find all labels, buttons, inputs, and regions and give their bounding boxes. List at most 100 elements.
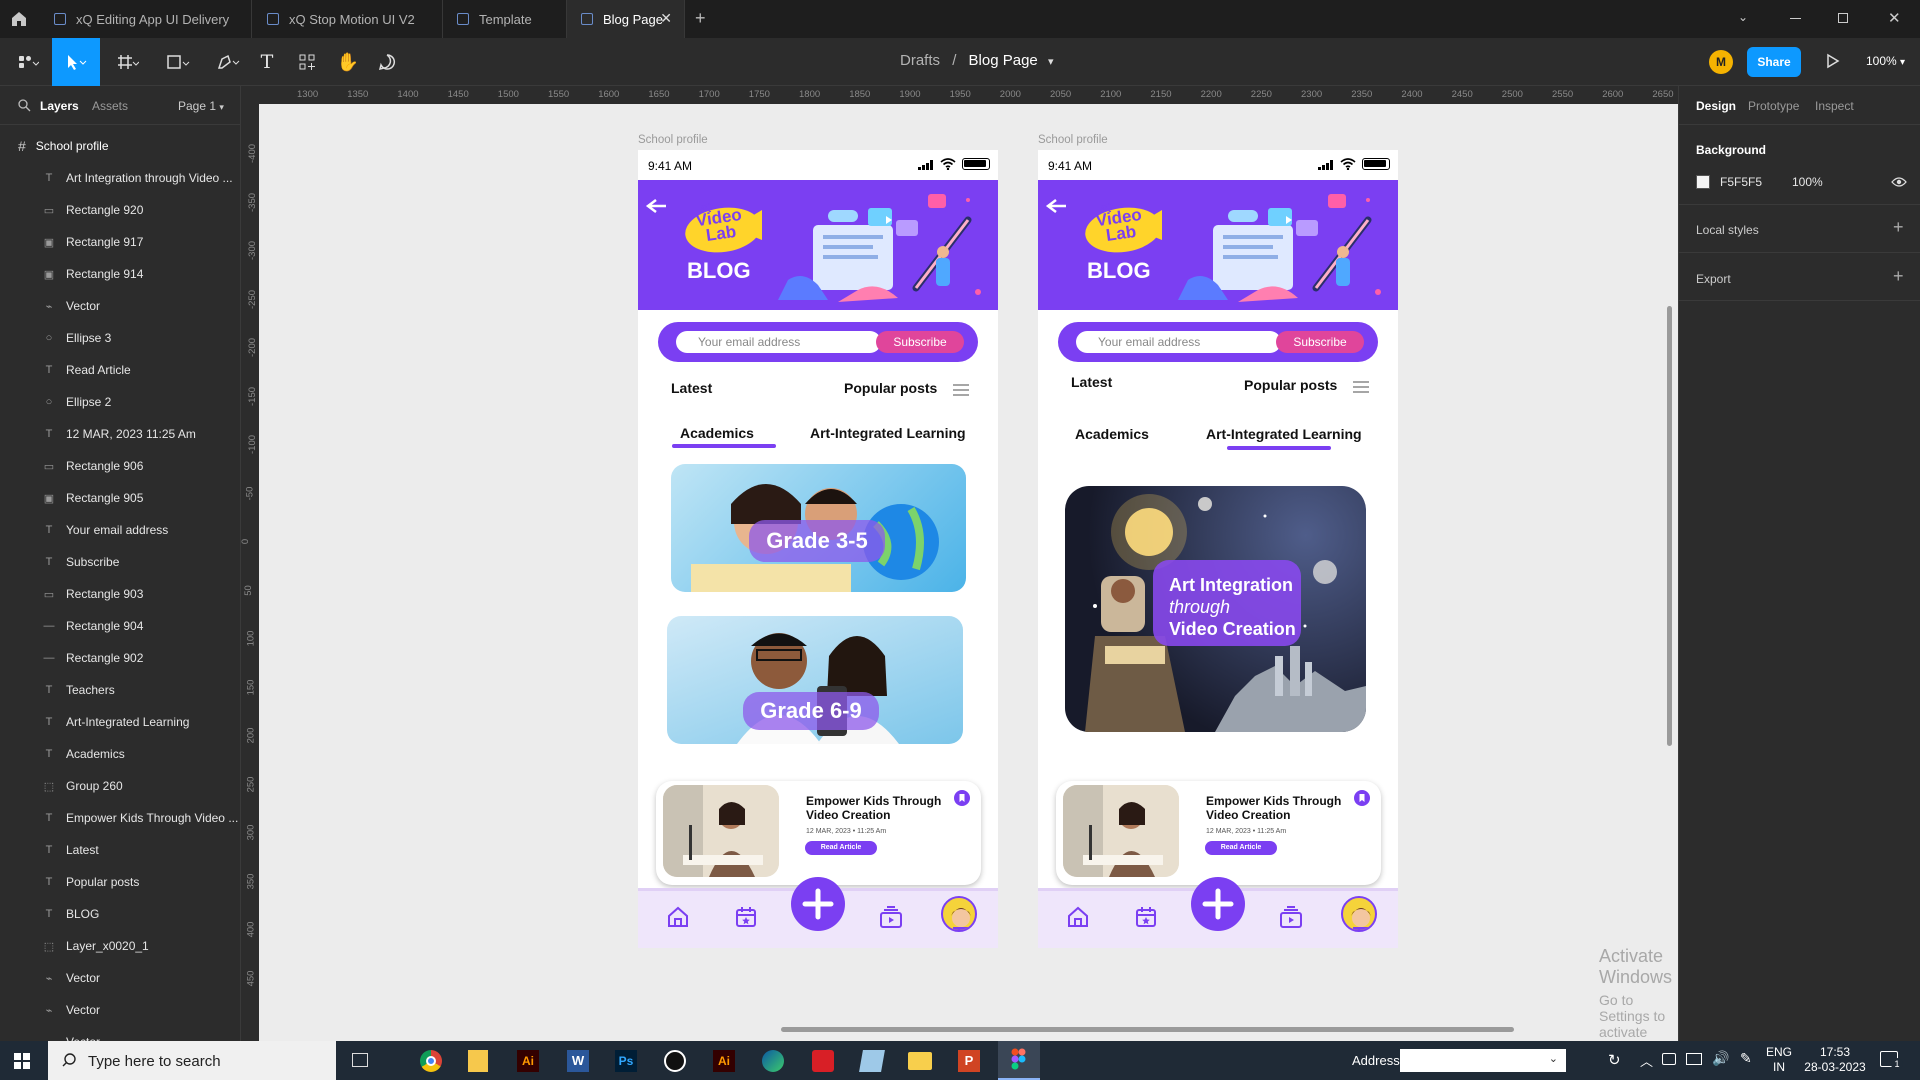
tab-art-integrated-learning[interactable]: Art-Integrated Learning xyxy=(810,425,966,441)
canvas[interactable]: School profile 9:41 AM xQ Video Lab BLOG… xyxy=(241,86,1678,1041)
folder-icon[interactable] xyxy=(908,1052,932,1070)
address-input[interactable]: ⌄ xyxy=(1400,1049,1566,1072)
pen-icon[interactable]: ✎ xyxy=(1740,1050,1752,1067)
layer-row[interactable]: — Rectangle 902 xyxy=(0,642,240,674)
add-button[interactable] xyxy=(791,877,845,931)
powerpoint-icon[interactable]: P xyxy=(958,1050,980,1072)
add-style-icon[interactable]: + xyxy=(1893,217,1904,238)
layer-row[interactable]: ▣ Rectangle 917 xyxy=(0,226,240,258)
search-icon[interactable] xyxy=(18,99,31,117)
layer-row[interactable]: T Art Integration through Video ... xyxy=(0,162,240,194)
windows-start-icon[interactable] xyxy=(14,1053,30,1074)
new-tab-icon[interactable]: + xyxy=(695,8,706,29)
subscribe-button[interactable]: Subscribe xyxy=(1276,331,1364,353)
page-selector[interactable]: Page 1 ▾ xyxy=(178,99,224,113)
tab-prototype[interactable]: Prototype xyxy=(1748,99,1799,113)
eye-icon[interactable] xyxy=(1891,176,1907,191)
tab-design[interactable]: Design xyxy=(1696,99,1736,113)
layer-row[interactable]: ○ Ellipse 3 xyxy=(0,322,240,354)
volume-icon[interactable]: 🔊 xyxy=(1712,1050,1729,1067)
language-indicator[interactable]: ENG IN xyxy=(1766,1045,1792,1075)
layer-row[interactable]: ⌁ Vector xyxy=(0,290,240,322)
close-window-icon[interactable]: ✕ xyxy=(1888,9,1901,27)
share-button[interactable]: Share xyxy=(1747,47,1801,77)
frame-layer[interactable]: # School profile xyxy=(0,130,240,162)
tab-layers[interactable]: Layers xyxy=(40,99,79,113)
move-tool-icon[interactable] xyxy=(52,38,100,86)
pen-tool-icon[interactable] xyxy=(208,38,248,86)
present-icon[interactable] xyxy=(1826,53,1840,74)
add-export-icon[interactable]: + xyxy=(1893,266,1904,287)
illustrator-icon[interactable]: Ai xyxy=(517,1050,539,1072)
notepad-icon[interactable] xyxy=(859,1050,885,1072)
clock[interactable]: 17:53 28-03-2023 xyxy=(1800,1045,1870,1075)
horizontal-scrollbar[interactable] xyxy=(781,1027,1514,1032)
figma-taskbar-icon[interactable] xyxy=(998,1041,1040,1080)
phone-frame-academics[interactable]: 9:41 AM xQ Video Lab BLOG Your email add… xyxy=(638,150,998,948)
layer-row[interactable]: T Teachers xyxy=(0,674,240,706)
comment-tool-icon[interactable] xyxy=(372,38,402,86)
tab-popular-posts[interactable]: Popular posts xyxy=(844,380,937,396)
chevron-down-icon[interactable]: ⌄ xyxy=(1738,10,1748,24)
color-swatch[interactable] xyxy=(1696,175,1710,189)
calendar-icon[interactable] xyxy=(734,905,758,935)
background-hex-input[interactable]: F5F5F5 xyxy=(1720,175,1762,189)
article-card[interactable]: Empower Kids Through Video Creation 12 MA… xyxy=(1056,781,1381,885)
layer-row[interactable]: ⬚ Layer_x0020_1 xyxy=(0,930,240,962)
frame-tool-icon[interactable] xyxy=(108,38,148,86)
tab-art-integrated-learning[interactable]: Art-Integrated Learning xyxy=(1206,426,1362,442)
chrome-icon[interactable] xyxy=(420,1050,442,1072)
text-tool-icon[interactable]: T xyxy=(252,38,282,86)
calendar-icon[interactable] xyxy=(1134,905,1158,935)
camera-icon[interactable] xyxy=(1662,1053,1676,1065)
notification-icon[interactable]: 1 xyxy=(1880,1051,1903,1070)
tab-academics[interactable]: Academics xyxy=(1075,426,1149,442)
menu-icon[interactable] xyxy=(1353,380,1369,398)
layer-row[interactable]: T 12 MAR, 2023 11:25 Am xyxy=(0,418,240,450)
tray-chevron-icon[interactable]: ︿ xyxy=(1640,1051,1653,1070)
restore-icon[interactable] xyxy=(1838,13,1848,23)
minimize-icon[interactable] xyxy=(1790,18,1801,19)
resources-icon[interactable] xyxy=(292,38,322,86)
bookmark-icon[interactable] xyxy=(1354,790,1370,806)
layer-row[interactable]: T Latest xyxy=(0,834,240,866)
home-icon[interactable] xyxy=(10,10,28,28)
chevron-down-icon[interactable]: ▾ xyxy=(1048,56,1054,68)
photoshop-icon[interactable]: Ps xyxy=(615,1050,637,1072)
add-button[interactable] xyxy=(1191,877,1245,931)
taskbar-search[interactable]: Type here to search xyxy=(48,1041,336,1080)
menu-icon[interactable] xyxy=(953,383,969,401)
tab-stop-motion[interactable]: xQ Stop Motion UI V2 xyxy=(253,0,443,38)
vertical-scrollbar[interactable] xyxy=(1667,306,1672,746)
hand-tool-icon[interactable]: ✋ xyxy=(333,38,363,86)
frame-label[interactable]: School profile xyxy=(638,134,708,146)
phone-frame-art-integrated[interactable]: 9:41 AM xQ Video Lab BLOG Your email add… xyxy=(1038,150,1398,948)
layer-row[interactable]: ▭ Rectangle 903 xyxy=(0,578,240,610)
network-icon[interactable] xyxy=(1686,1053,1702,1065)
tab-editing-app[interactable]: xQ Editing App UI Delivery xyxy=(40,0,252,38)
layer-row[interactable]: ▭ Rectangle 920 xyxy=(0,194,240,226)
shape-tool-icon[interactable] xyxy=(158,38,198,86)
tab-template[interactable]: Template xyxy=(443,0,567,38)
layer-row[interactable]: — Rectangle 904 xyxy=(0,610,240,642)
video-library-icon[interactable] xyxy=(878,905,904,935)
main-menu-icon[interactable] xyxy=(8,38,48,86)
profile-avatar[interactable] xyxy=(941,896,977,932)
task-view-icon[interactable] xyxy=(352,1053,368,1067)
word-icon[interactable]: W xyxy=(567,1050,589,1072)
layer-row[interactable]: ○ Ellipse 2 xyxy=(0,386,240,418)
tab-latest[interactable]: Latest xyxy=(1071,374,1112,390)
avatar[interactable]: M xyxy=(1709,50,1733,74)
read-article-button[interactable]: Read Article xyxy=(805,841,877,855)
tab-inspect[interactable]: Inspect xyxy=(1815,99,1854,113)
bookmark-icon[interactable] xyxy=(954,790,970,806)
layer-row[interactable]: T Your email address xyxy=(0,514,240,546)
layer-row[interactable]: T Empower Kids Through Video ... xyxy=(0,802,240,834)
acrobat-icon[interactable] xyxy=(812,1050,834,1072)
close-tab-icon[interactable]: ✕ xyxy=(660,10,672,27)
layer-row[interactable]: ⌁ Vector xyxy=(0,994,240,1026)
layer-row[interactable]: T Art-Integrated Learning xyxy=(0,706,240,738)
breadcrumb-drafts[interactable]: Drafts xyxy=(900,52,940,69)
illustrator-icon-2[interactable]: Ai xyxy=(713,1050,735,1072)
inkscape-icon[interactable] xyxy=(664,1050,686,1072)
